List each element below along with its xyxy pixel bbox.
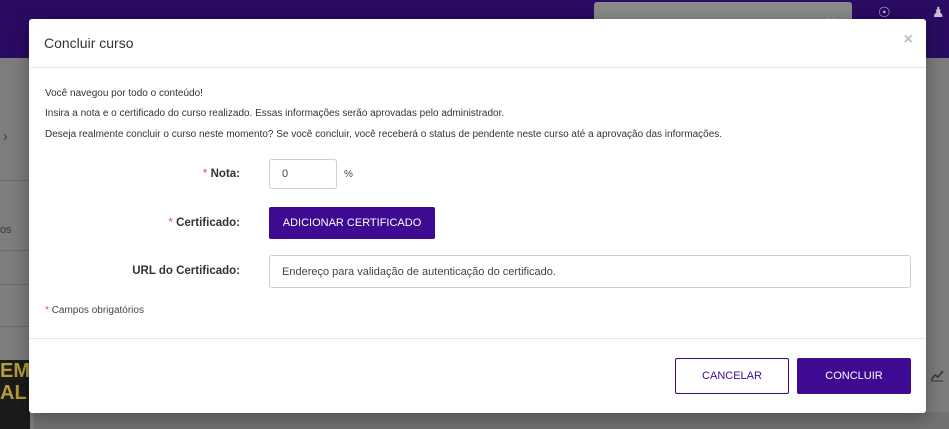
close-icon[interactable]: ×: [904, 31, 913, 49]
divider: [0, 326, 30, 327]
required-marker: *: [202, 168, 208, 180]
chevron-right-icon: ›: [3, 128, 8, 144]
certificado-label-text: Certificado:: [176, 217, 240, 229]
partial-tab-label: os: [0, 224, 12, 236]
divider: [0, 284, 30, 285]
required-note-text: Campos obrigatórios: [51, 305, 144, 316]
nota-label-text: Nota:: [210, 168, 240, 180]
users-icon: ♟: [932, 4, 945, 20]
url-label: URL do Certificado:: [132, 265, 240, 277]
nota-input[interactable]: [269, 159, 337, 189]
divider: [0, 250, 30, 251]
add-certificate-button[interactable]: ADICIONAR CERTIFICADO: [269, 207, 435, 239]
certificate-url-input[interactable]: [269, 255, 911, 288]
course-poster-image: EM AL: [0, 360, 30, 429]
message-line: Você navegou por todo o conteúdo!: [45, 88, 203, 99]
divider: [0, 180, 30, 181]
chart-icon: [930, 368, 949, 390]
required-marker: *: [45, 305, 49, 316]
message-line: Insira a nota e o certificado do curso r…: [45, 108, 505, 119]
modal-body: Você navegou por todo o conteúdo! Insira…: [29, 68, 926, 338]
cancel-button[interactable]: CANCELAR: [675, 358, 789, 394]
required-marker: *: [168, 217, 173, 229]
modal-header: Concluir curso ×: [29, 19, 926, 68]
nota-label: * Nota:: [40, 168, 240, 180]
modal-title: Concluir curso: [44, 35, 134, 51]
certificado-label: * Certificado:: [40, 217, 240, 229]
conclude-button[interactable]: CONCLUIR: [797, 358, 911, 394]
modal-footer: CANCELAR CONCLUIR: [29, 338, 926, 414]
required-fields-note: * Campos obrigatórios: [45, 305, 144, 316]
complete-course-modal: Concluir curso × Você navegou por todo o…: [29, 19, 926, 413]
message-line: Deseja realmente concluir o curso neste …: [45, 129, 723, 140]
percent-unit: %: [344, 169, 353, 180]
page-bottom-bar: [34, 412, 949, 429]
